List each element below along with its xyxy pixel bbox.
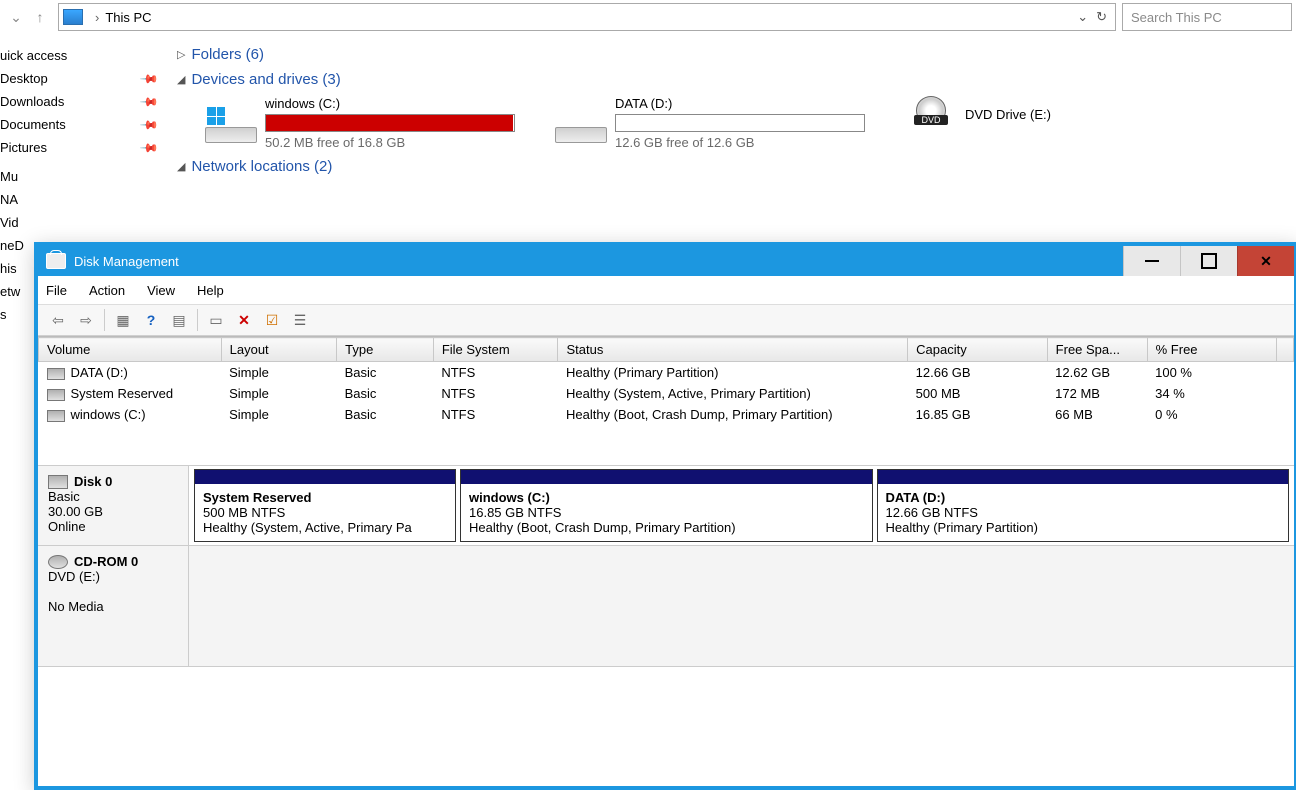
column-header[interactable]: Capacity: [908, 338, 1048, 362]
disk-0-row[interactable]: Disk 0 Basic 30.00 GB Online System Rese…: [38, 466, 1294, 546]
chevron-down-icon: ◢: [177, 160, 185, 173]
disk-management-icon: [46, 253, 66, 269]
list-icon[interactable]: ▤: [168, 309, 190, 331]
column-header[interactable]: Volume: [39, 338, 222, 362]
address-actions: ⌄ ↻: [1073, 9, 1111, 25]
menu-action[interactable]: Action: [89, 283, 125, 298]
nav-up-icon[interactable]: ↑: [29, 6, 51, 28]
volume-list: VolumeLayoutTypeFile SystemStatusCapacit…: [38, 336, 1294, 425]
navigation-pane: uick access Desktop📌Downloads📌Documents📌…: [0, 34, 165, 244]
pin-icon: 📌: [139, 114, 159, 134]
nav-back-dropdown-icon[interactable]: ⌄: [5, 6, 27, 28]
volume-row[interactable]: DATA (D:) SimpleBasic NTFSHealthy (Prima…: [39, 362, 1294, 384]
disk-icon: [48, 475, 68, 489]
volume-row[interactable]: windows (C:) SimpleBasic NTFSHealthy (Bo…: [39, 404, 1294, 425]
pin-icon: 📌: [139, 91, 159, 111]
group-network-locations[interactable]: ◢ Network locations (2): [177, 158, 1284, 175]
back-icon[interactable]: ⇦: [47, 309, 69, 331]
address-location: This PC: [105, 10, 151, 25]
check-icon[interactable]: ☑: [261, 309, 283, 331]
disk-management-window: Disk Management File Action View Help ⇦ ⇨ ▦…: [34, 242, 1296, 790]
refresh-icon[interactable]: ↻: [1096, 9, 1107, 25]
toolbar: ⇦ ⇨ ▦ ? ▤ ▭ ✕ ☑ ☰: [38, 305, 1294, 336]
hard-drive-icon: [205, 103, 257, 143]
column-header[interactable]: Free Spa...: [1047, 338, 1147, 362]
chevron-down-icon: ◢: [177, 73, 185, 86]
cdrom-0-header: CD-ROM 0 DVD (E:) No Media: [38, 546, 189, 666]
optical-drive-icon: DVD: [905, 96, 957, 136]
volume-icon: [47, 368, 65, 380]
maximize-button[interactable]: [1180, 246, 1237, 276]
column-header[interactable]: Type: [337, 338, 434, 362]
action-icon[interactable]: ▭: [205, 309, 227, 331]
storage-bar: [265, 114, 515, 132]
hard-drive-icon: [555, 103, 607, 143]
sidebar-item-downloads[interactable]: Downloads📌: [0, 90, 165, 113]
delete-icon[interactable]: ✕: [233, 309, 255, 331]
search-input[interactable]: Search This PC: [1122, 3, 1292, 31]
optical-drive-icon: [48, 555, 68, 569]
chevron-right-icon: ›: [95, 10, 99, 25]
sidebar-item-quick-access[interactable]: uick access: [0, 44, 165, 67]
close-button[interactable]: [1237, 246, 1294, 276]
cdrom-0-row[interactable]: CD-ROM 0 DVD (E:) No Media: [38, 546, 1294, 667]
menu-bar: File Action View Help: [38, 276, 1294, 305]
minimize-button[interactable]: [1123, 246, 1180, 276]
options-icon[interactable]: ☰: [289, 309, 311, 331]
sidebar-item-pictures[interactable]: Pictures📌: [0, 136, 165, 159]
pin-icon: 📌: [139, 137, 159, 157]
address-bar[interactable]: › This PC ⌄ ↻: [58, 3, 1116, 31]
help-icon[interactable]: ?: [140, 309, 162, 331]
drive-dvd[interactable]: DVD DVD Drive (E:): [905, 96, 1051, 136]
column-header[interactable]: Status: [558, 338, 908, 362]
sidebar-item-documents[interactable]: Documents📌: [0, 113, 165, 136]
cdrom-empty-area: [189, 546, 1294, 666]
column-header[interactable]: % Free: [1147, 338, 1276, 362]
sidebar-item[interactable]: Mu: [0, 165, 165, 188]
this-pc-icon: [63, 9, 83, 25]
explorer-content: ▷ Folders (6) ◢ Devices and drives (3) w…: [165, 34, 1296, 244]
group-devices-drives[interactable]: ◢ Devices and drives (3): [177, 71, 1284, 88]
chevron-right-icon: ▷: [177, 48, 185, 61]
forward-icon[interactable]: ⇨: [75, 309, 97, 331]
sidebar-item[interactable]: Vid: [0, 211, 165, 234]
view-icon[interactable]: ▦: [112, 309, 134, 331]
menu-view[interactable]: View: [147, 283, 175, 298]
window-title-bar[interactable]: Disk Management: [38, 246, 1294, 276]
volume-icon: [47, 410, 65, 422]
storage-bar: [615, 114, 865, 132]
column-header[interactable]: Layout: [221, 338, 337, 362]
volume-icon: [47, 389, 65, 401]
pin-icon: 📌: [139, 68, 159, 88]
volume-row[interactable]: System Reserved SimpleBasic NTFSHealthy …: [39, 383, 1294, 404]
disk-graphical-view: Disk 0 Basic 30.00 GB Online System Rese…: [38, 465, 1294, 667]
window-title: Disk Management: [74, 254, 179, 269]
disk-0-header: Disk 0 Basic 30.00 GB Online: [38, 466, 189, 545]
chevron-down-icon[interactable]: ⌄: [1077, 9, 1088, 25]
menu-file[interactable]: File: [46, 283, 67, 298]
windows-logo-icon: [207, 107, 225, 125]
group-folders[interactable]: ▷ Folders (6): [177, 46, 1284, 63]
partition[interactable]: windows (C:)16.85 GB NTFSHealthy (Boot, …: [460, 469, 873, 542]
column-header[interactable]: File System: [433, 338, 558, 362]
partition[interactable]: System Reserved500 MB NTFSHealthy (Syste…: [194, 469, 456, 542]
sidebar-item-desktop[interactable]: Desktop📌: [0, 67, 165, 90]
explorer-toolbar: ⌄ ↑ › This PC ⌄ ↻ Search This PC: [0, 0, 1296, 34]
drive-data[interactable]: DATA (D:) 12.6 GB free of 12.6 GB: [555, 96, 865, 150]
partition[interactable]: DATA (D:)12.66 GB NTFSHealthy (Primary P…: [877, 469, 1290, 542]
sidebar-item[interactable]: NA: [0, 188, 165, 211]
drive-windows[interactable]: windows (C:) 50.2 MB free of 16.8 GB: [205, 96, 515, 150]
menu-help[interactable]: Help: [197, 283, 224, 298]
